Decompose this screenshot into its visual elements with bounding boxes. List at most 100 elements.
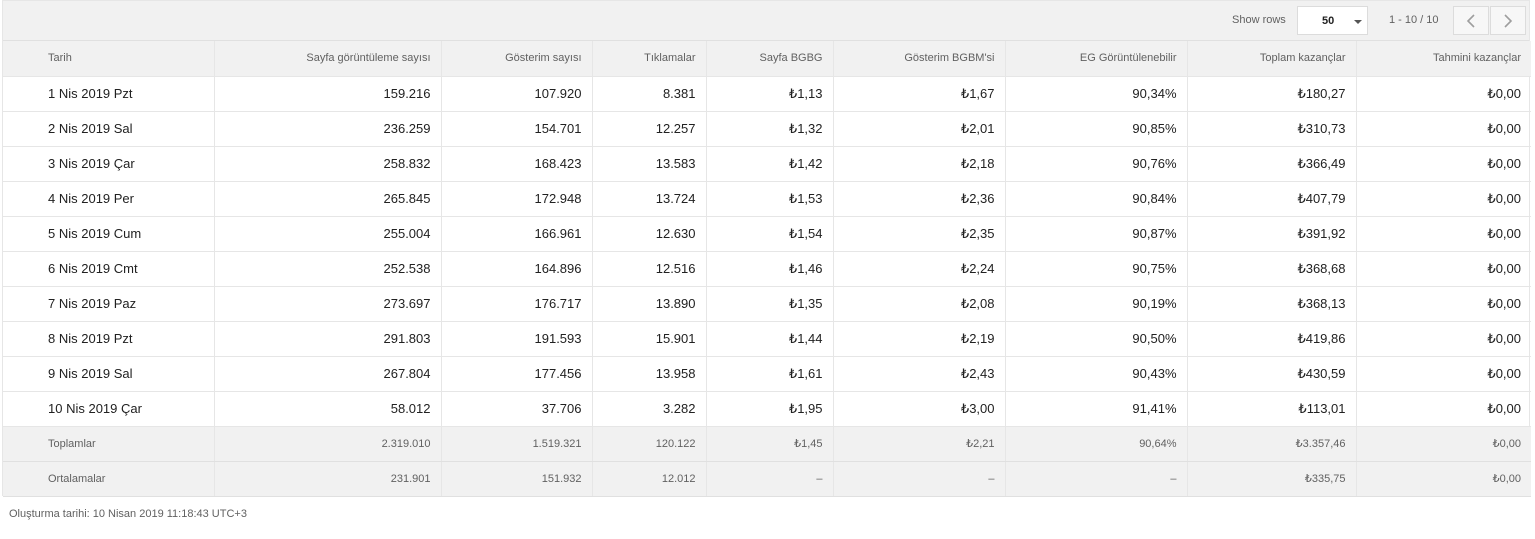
value-cell: ₺0,00: [1356, 146, 1531, 182]
totals-cell: ₺0,00: [1356, 426, 1531, 462]
column-header[interactable]: Gösterim sayısı: [441, 41, 593, 77]
date-cell: 7 Nis 2019 Paz: [3, 286, 215, 322]
column-header[interactable]: Tıklamalar: [592, 41, 707, 77]
table-row: 9 Nis 2019 Sal 267.804 177.456 13.958 ₺1,61 ₺…: [3, 356, 1531, 392]
table-header: Tarih Sayfa görüntüleme sayısı Gösterim sa…: [3, 41, 1531, 77]
value-cell: ₺2,19: [833, 321, 1006, 357]
value-cell: ₺113,01: [1187, 391, 1357, 427]
value-cell: ₺2,43: [833, 356, 1006, 392]
value-cell: ₺0,00: [1356, 181, 1531, 217]
value-cell: 265.845: [214, 181, 442, 217]
value-cell: ₺0,00: [1356, 251, 1531, 287]
value-cell: ₺2,01: [833, 111, 1006, 147]
column-header[interactable]: Sayfa BGBG: [706, 41, 834, 77]
value-cell: 13.890: [592, 286, 707, 322]
value-cell: ₺391,92: [1187, 216, 1357, 252]
column-header[interactable]: Sayfa görüntüleme sayısı: [214, 41, 442, 77]
value-cell: 176.717: [441, 286, 593, 322]
value-cell: 13.724: [592, 181, 707, 217]
value-cell: 177.456: [441, 356, 593, 392]
totals-cell: 2.319.010: [214, 426, 442, 462]
date-cell: 10 Nis 2019 Çar: [3, 391, 215, 427]
date-cell: 2 Nis 2019 Sal: [3, 111, 215, 147]
totals-label: Toplamlar: [3, 426, 215, 462]
value-cell: 37.706: [441, 391, 593, 427]
date-cell: 4 Nis 2019 Per: [3, 181, 215, 217]
date-cell: 8 Nis 2019 Pzt: [3, 321, 215, 357]
averages-cell: ₺335,75: [1187, 461, 1357, 497]
value-cell: 90,50%: [1005, 321, 1188, 357]
value-cell: ₺1,53: [706, 181, 834, 217]
table-row: 1 Nis 2019 Pzt 159.216 107.920 8.381 ₺1,13 ₺1…: [3, 76, 1531, 112]
value-cell: ₺0,00: [1356, 286, 1531, 322]
value-cell: 90,34%: [1005, 76, 1188, 112]
averages-cell: 231.901: [214, 461, 442, 497]
report-panel: Show rows 50 1 - 10 / 10 Tarih Sayfa görü…: [2, 0, 1531, 497]
totals-cell: 90,64%: [1005, 426, 1188, 462]
rows-per-page-select[interactable]: 50: [1297, 6, 1368, 35]
totals-cell: ₺2,21: [833, 426, 1006, 462]
value-cell: 90,85%: [1005, 111, 1188, 147]
value-cell: ₺1,42: [706, 146, 834, 182]
value-cell: 12.630: [592, 216, 707, 252]
value-cell: ₺1,54: [706, 216, 834, 252]
value-cell: 159.216: [214, 76, 442, 112]
column-header[interactable]: Gösterim BGBM'si: [833, 41, 1006, 77]
table-row: 3 Nis 2019 Çar 258.832 168.423 13.583 ₺1,42 ₺…: [3, 146, 1531, 182]
value-cell: 172.948: [441, 181, 593, 217]
value-cell: 166.961: [441, 216, 593, 252]
value-cell: 15.901: [592, 321, 707, 357]
value-cell: ₺368,68: [1187, 251, 1357, 287]
value-cell: 90,87%: [1005, 216, 1188, 252]
value-cell: 164.896: [441, 251, 593, 287]
value-cell: 90,76%: [1005, 146, 1188, 182]
value-cell: ₺430,59: [1187, 356, 1357, 392]
averages-cell: ₺0,00: [1356, 461, 1531, 497]
value-cell: ₺368,13: [1187, 286, 1357, 322]
value-cell: ₺2,35: [833, 216, 1006, 252]
value-cell: ₺0,00: [1356, 111, 1531, 147]
table-row: 2 Nis 2019 Sal 236.259 154.701 12.257 ₺1,32 ₺…: [3, 111, 1531, 147]
value-cell: ₺3,00: [833, 391, 1006, 427]
next-page-button[interactable]: [1490, 6, 1526, 35]
table-row: 10 Nis 2019 Çar 58.012 37.706 3.282 ₺1,95 ₺3,…: [3, 391, 1531, 427]
averages-row: Ortalamalar 231.901 151.932 12.012– – – ₺335,7…: [3, 461, 1531, 497]
totals-cell: 1.519.321: [441, 426, 593, 462]
value-cell: ₺1,95: [706, 391, 834, 427]
value-cell: 90,43%: [1005, 356, 1188, 392]
caret-down-icon: [1354, 20, 1362, 24]
value-cell: ₺0,00: [1356, 216, 1531, 252]
date-cell: 5 Nis 2019 Cum: [3, 216, 215, 252]
chevron-left-icon: [1466, 13, 1475, 28]
chevron-right-icon: [1504, 13, 1513, 28]
table-row: 7 Nis 2019 Paz 273.697 176.717 13.890 ₺1,35 ₺…: [3, 286, 1531, 322]
table-row: 4 Nis 2019 Per 265.845 172.948 13.724 ₺1,53 ₺…: [3, 181, 1531, 217]
value-cell: ₺0,00: [1356, 321, 1531, 357]
date-cell: 6 Nis 2019 Cmt: [3, 251, 215, 287]
header-row: Tarih Sayfa görüntüleme sayısı Gösterim sa…: [3, 41, 1531, 77]
column-header[interactable]: EG Görüntülenebilir: [1005, 41, 1188, 77]
value-cell: ₺1,32: [706, 111, 834, 147]
totals-cell: ₺3.357,46: [1187, 426, 1357, 462]
previous-page-button[interactable]: [1453, 6, 1489, 35]
column-header[interactable]: Tarih: [3, 41, 215, 77]
value-cell: ₺0,00: [1356, 356, 1531, 392]
averages-cell: –: [833, 461, 1006, 497]
value-cell: 58.012: [214, 391, 442, 427]
value-cell: ₺0,00: [1356, 391, 1531, 427]
totals-row: Toplamlar 2.319.010 1.519.321 120.122 ₺1,45 ₺…: [3, 426, 1531, 462]
column-header[interactable]: Toplam kazançlar: [1187, 41, 1357, 77]
value-cell: 90,75%: [1005, 251, 1188, 287]
value-cell: ₺180,27: [1187, 76, 1357, 112]
value-cell: ₺1,35: [706, 286, 834, 322]
value-cell: ₺310,73: [1187, 111, 1357, 147]
value-cell: ₺419,86: [1187, 321, 1357, 357]
value-cell: ₺1,44: [706, 321, 834, 357]
show-rows-label: Show rows: [1232, 14, 1286, 26]
created-timestamp: Oluşturma tarihi: 10 Nisan 2019 11:18:43…: [9, 508, 247, 520]
rows-per-page-value: 50: [1322, 15, 1335, 27]
value-cell: 107.920: [441, 76, 593, 112]
column-header[interactable]: Tahmini kazançlar: [1356, 41, 1531, 77]
value-cell: 273.697: [214, 286, 442, 322]
averages-label: Ortalamalar: [3, 461, 215, 497]
